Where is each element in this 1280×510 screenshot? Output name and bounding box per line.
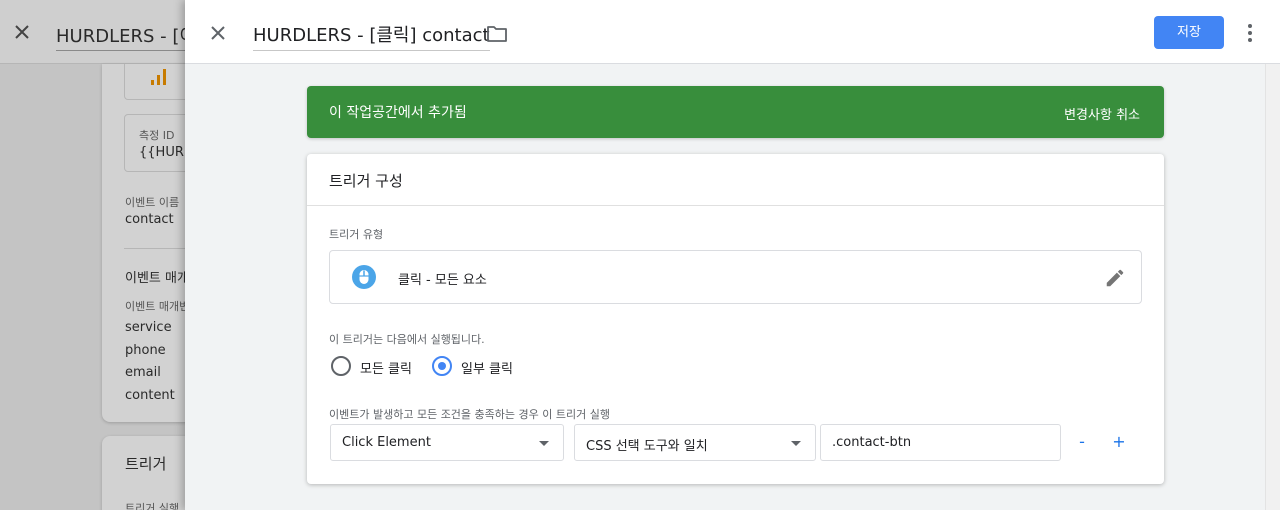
undo-changes-button[interactable]: 변경사항 취소 xyxy=(1064,104,1140,123)
event-param-item: service xyxy=(125,320,172,335)
mouse-icon xyxy=(352,265,376,289)
event-name-value: contact xyxy=(125,212,174,227)
card-header: 트리거 구성 xyxy=(307,154,1164,206)
event-params-heading: 이벤트 매개 xyxy=(125,271,189,286)
condition-label: 이벤트가 발생하고 모든 조건을 충족하는 경우 이 트리거 실행 xyxy=(329,408,610,421)
background-title: HURDLERS - [이 xyxy=(56,22,196,51)
trigger-type-selector[interactable]: 클릭 - 모든 요소 xyxy=(329,250,1142,304)
background-close-icon xyxy=(15,25,29,39)
event-param-item: email xyxy=(125,365,161,380)
trigger-editor-header: HURDLERS - [클릭] contact 저장 xyxy=(185,0,1280,64)
workspace-status-banner: 이 작업공간에서 추가됨 변경사항 취소 xyxy=(307,86,1164,138)
radio-checked-icon xyxy=(432,356,452,376)
banner-text: 이 작업공간에서 추가됨 xyxy=(329,105,467,121)
more-vert-icon[interactable] xyxy=(1241,22,1259,44)
save-button[interactable]: 저장 xyxy=(1154,16,1224,49)
event-param-item: phone xyxy=(125,343,166,358)
trigger-name-field[interactable]: HURDLERS - [클릭] contact xyxy=(253,21,490,51)
trigger-config-card: 트리거 구성 트리거 유형 클릭 - 모든 요소 이 트리거는 다음에서 실행됩… xyxy=(307,154,1164,484)
variable-select[interactable]: Click Element xyxy=(330,424,564,461)
operator-select[interactable]: CSS 선택 도구와 일치 xyxy=(574,424,816,461)
condition-value-input[interactable] xyxy=(820,424,1061,461)
fires-on-label: 이 트리거는 다음에서 실행됩니다. xyxy=(329,333,485,346)
triggers-subheading: 트리거 실행 xyxy=(125,502,180,510)
radio-label: 모든 클릭 xyxy=(360,362,412,377)
dropdown-arrow-icon xyxy=(539,441,549,446)
event-params-label: 이벤트 매개변 xyxy=(125,300,190,313)
trigger-editor-panel: HURDLERS - [클릭] contact 저장 이 작업공간에서 추가됨 … xyxy=(185,0,1280,510)
radio-unchecked-icon xyxy=(331,356,351,376)
trigger-type-label: 트리거 유형 xyxy=(329,228,384,241)
card-title: 트리거 구성 xyxy=(329,172,403,190)
trigger-type-value: 클릭 - 모든 요소 xyxy=(398,273,487,288)
event-param-item: content xyxy=(125,388,175,403)
dropdown-arrow-icon xyxy=(791,441,801,446)
analytics-icon xyxy=(124,64,194,100)
triggers-heading: 트리거 xyxy=(125,455,167,473)
add-condition-button[interactable]: + xyxy=(1109,430,1129,454)
background-measurement-field: 측정 ID {{HURD xyxy=(124,114,194,172)
measurement-id-label: 측정 ID xyxy=(139,129,175,142)
radio-label: 일부 클릭 xyxy=(461,362,513,377)
variable-select-value: Click Element xyxy=(342,435,431,450)
scrollbar[interactable] xyxy=(1265,64,1280,510)
event-name-label: 이벤트 이름 xyxy=(125,196,180,209)
remove-condition-button[interactable]: - xyxy=(1072,430,1092,454)
radio-all-clicks[interactable]: 모든 클릭 xyxy=(331,354,421,378)
background-divider xyxy=(124,248,194,249)
folder-icon[interactable] xyxy=(486,24,508,44)
close-icon[interactable] xyxy=(207,22,229,44)
operator-select-value: CSS 선택 도구와 일치 xyxy=(586,439,708,454)
edit-pencil-icon[interactable] xyxy=(1104,267,1126,289)
radio-some-clicks[interactable]: 일부 클릭 xyxy=(432,354,522,378)
